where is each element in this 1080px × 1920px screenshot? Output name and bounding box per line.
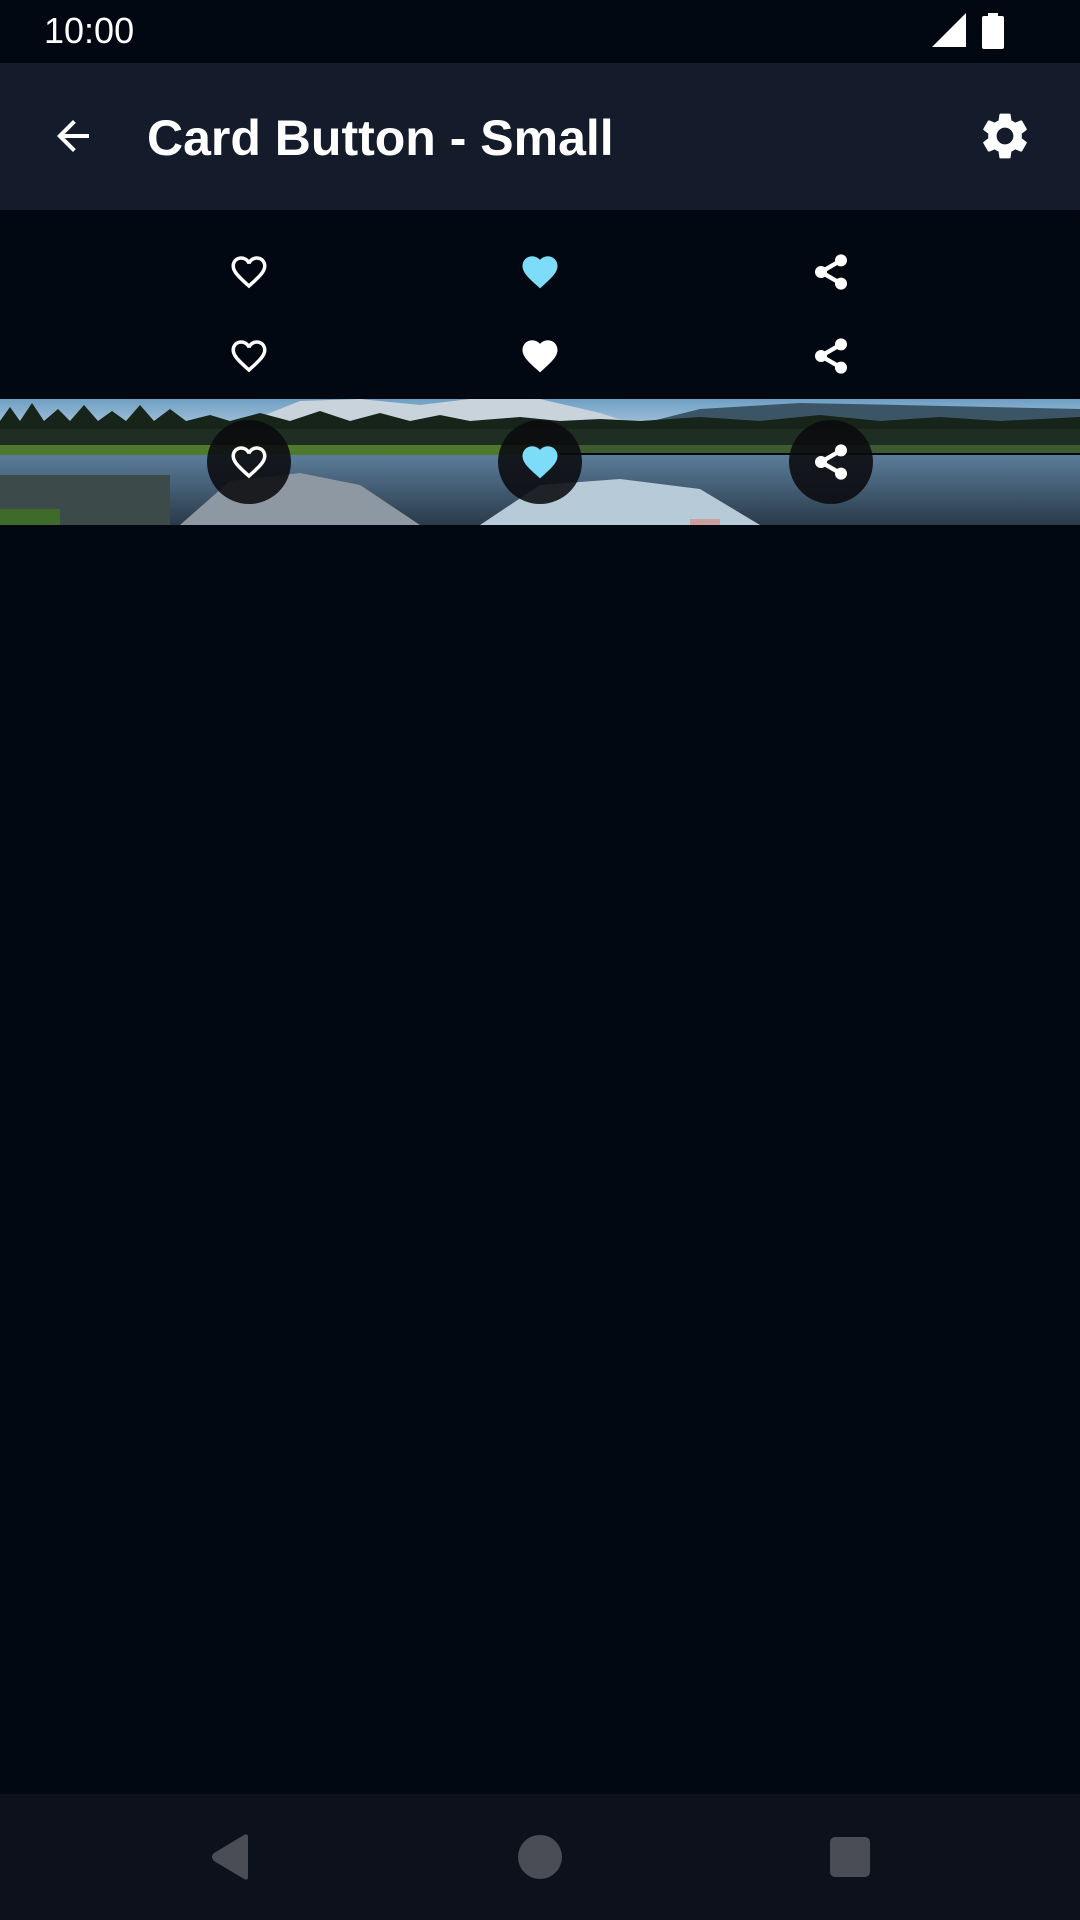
heart-outline-icon xyxy=(231,446,267,479)
app-bar: Card Button - Small xyxy=(0,63,1080,210)
share-button[interactable] xyxy=(789,314,873,398)
favorite-button[interactable] xyxy=(207,420,291,504)
nav-home-button[interactable] xyxy=(510,1832,570,1882)
favorite-selected-button[interactable] xyxy=(498,230,582,314)
heart-filled-icon xyxy=(522,340,558,373)
nav-recents-icon xyxy=(830,1837,870,1877)
system-nav-bar xyxy=(0,1794,1080,1920)
favorite-button[interactable] xyxy=(207,314,291,398)
arrow-back-icon xyxy=(57,120,89,152)
back-button[interactable] xyxy=(40,103,106,169)
page-title: Card Button - Small xyxy=(147,110,614,166)
status-bar: 10:00 xyxy=(0,0,1080,63)
card-button-row-3 xyxy=(0,420,1080,504)
battery-icon xyxy=(982,13,1004,49)
favorite-button[interactable] xyxy=(207,230,291,314)
favorite-selected-button[interactable] xyxy=(498,314,582,398)
favorite-selected-button[interactable] xyxy=(498,420,582,504)
nav-home-icon xyxy=(518,1835,562,1879)
share-button[interactable] xyxy=(789,420,873,504)
nav-back-icon xyxy=(212,1834,248,1880)
share-icon xyxy=(815,338,847,374)
settings-button[interactable] xyxy=(972,103,1038,169)
nav-back-button[interactable] xyxy=(200,1832,260,1882)
heart-outline-icon xyxy=(231,256,267,289)
heart-filled-icon xyxy=(522,256,558,289)
share-icon xyxy=(815,444,847,480)
share-button[interactable] xyxy=(789,230,873,314)
status-time: 10:00 xyxy=(44,10,135,51)
nav-recents-button[interactable] xyxy=(820,1832,880,1882)
heart-filled-icon xyxy=(522,446,558,479)
card-button-row-1 xyxy=(0,230,1080,314)
heart-outline-icon xyxy=(231,340,267,373)
card-button-row-2 xyxy=(0,314,1080,398)
share-icon xyxy=(815,254,847,290)
gear-icon xyxy=(983,113,1027,159)
signal-icon xyxy=(932,13,966,47)
